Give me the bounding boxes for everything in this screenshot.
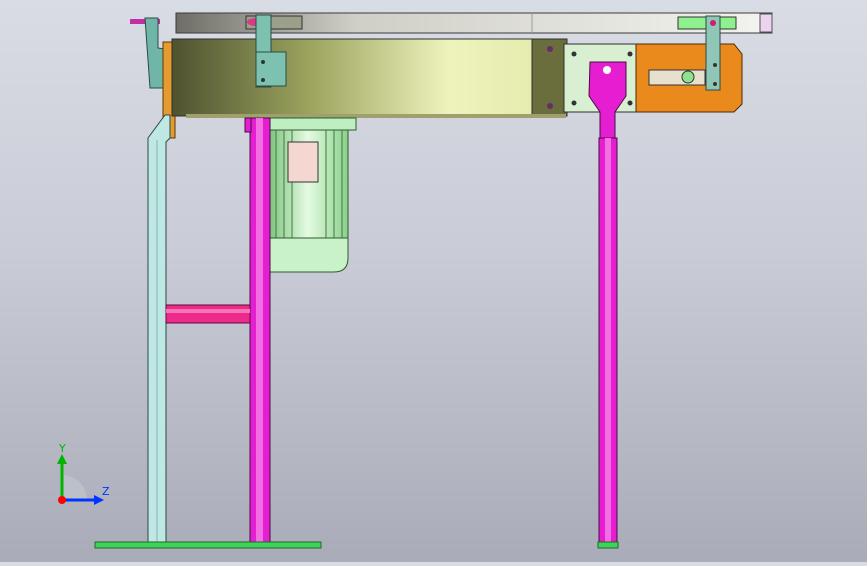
- z-axis-label: Z: [102, 485, 110, 498]
- crossbar[interactable]: [165, 304, 251, 324]
- base-plate[interactable]: [94, 541, 322, 549]
- left-leg[interactable]: [147, 114, 171, 545]
- belt-body[interactable]: [171, 38, 568, 118]
- cad-viewport[interactable]: Y Z: [0, 0, 867, 562]
- conveyor-model: [94, 12, 773, 549]
- y-axis-label: Y: [59, 442, 66, 455]
- center-leg[interactable]: [244, 117, 271, 545]
- right-leg[interactable]: [588, 61, 627, 549]
- orientation-triad[interactable]: Y Z: [48, 440, 118, 510]
- top-rail[interactable]: [130, 12, 773, 34]
- motor[interactable]: [261, 117, 357, 273]
